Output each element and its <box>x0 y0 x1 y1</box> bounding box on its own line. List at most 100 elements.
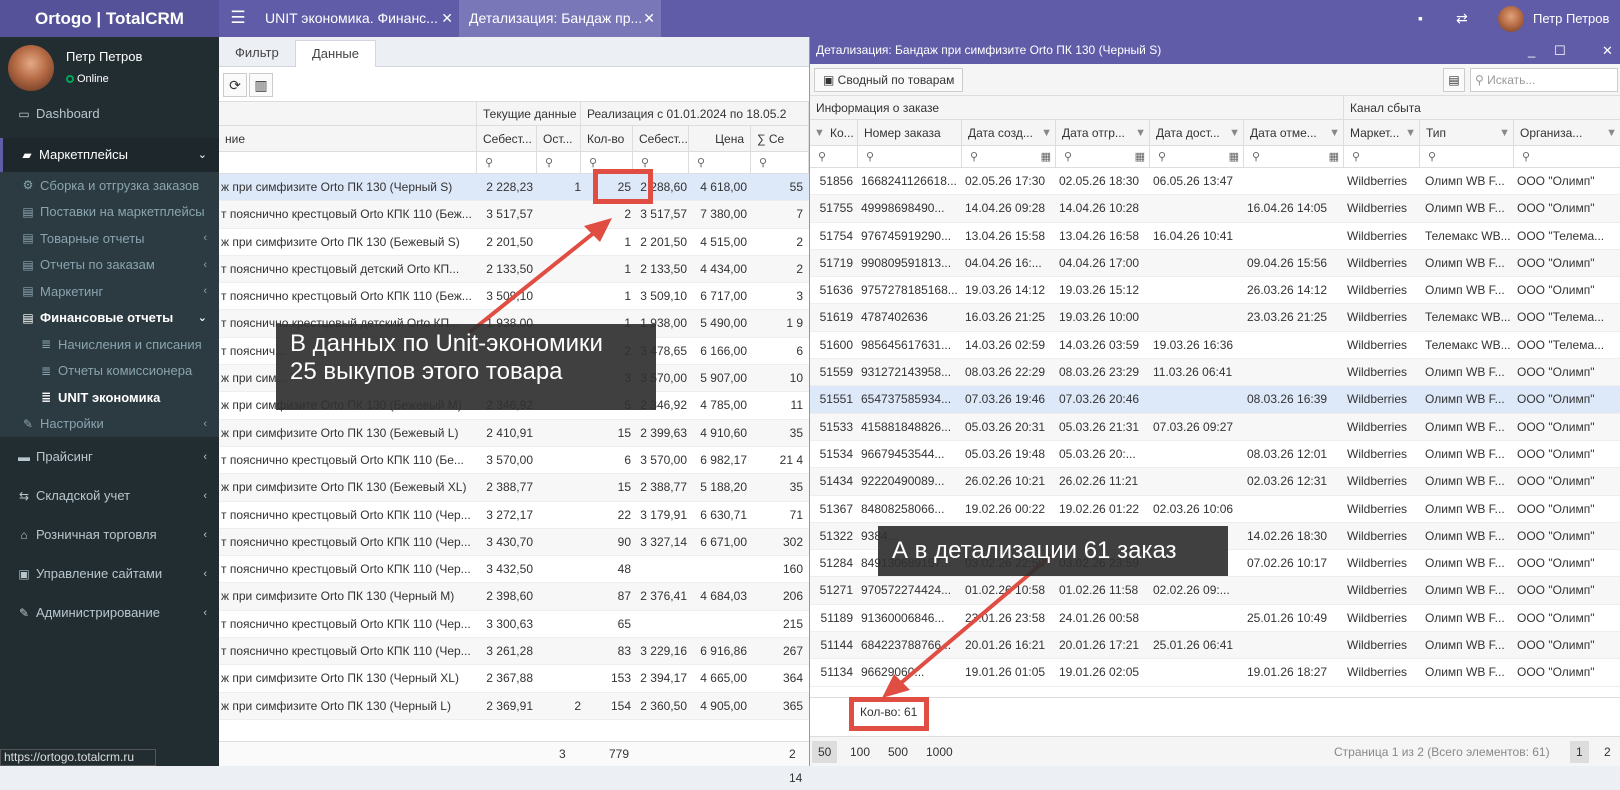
filter-icon[interactable]: ▼ <box>814 120 825 145</box>
column-header-created[interactable]: Дата созд... ▼ <box>962 120 1056 146</box>
column-header-qty[interactable]: Кол-во <box>581 126 633 152</box>
sidebar-item-order-reports[interactable]: ▤ Отчеты по заказам ‹ <box>0 252 219 278</box>
page-2[interactable]: 2 <box>1598 741 1617 763</box>
table-row[interactable]: т пояснично крестцовый Orto КПК 110 (Чер… <box>219 502 809 529</box>
columns-icon[interactable]: ▥ <box>249 73 273 97</box>
column-header-organization[interactable]: Организа... ▼ <box>1514 120 1620 146</box>
maximize-icon[interactable]: ☐ <box>1554 37 1566 64</box>
column-header-name[interactable]: ние <box>219 126 477 152</box>
table-row[interactable]: 51134 96629060... 19.01.26 01:05 19.01.26 0… <box>810 659 1620 687</box>
filter-icon[interactable]: ▼ <box>1135 120 1146 145</box>
sidebar-item-admin[interactable]: ✎ Администрирование ‹ <box>0 598 219 628</box>
menu-toggle-icon[interactable]: ☰ <box>225 0 251 37</box>
tab-detail[interactable]: Детализация: Бандаж пр... ✕ <box>459 0 661 37</box>
tab-filter[interactable]: Фильтр <box>219 40 295 67</box>
tab-data[interactable]: Данные <box>295 40 376 67</box>
table-row[interactable]: 51719 990809591813... 04.04.26 16:... 04.04… <box>810 249 1620 278</box>
sidebar-item-marketing[interactable]: ▤ Маркетинг ‹ <box>0 278 219 305</box>
table-row[interactable]: т пояснично крестцовый детский Orto КП..… <box>219 255 809 284</box>
filter-cell[interactable]: ⚲ ▦ <box>1244 146 1344 168</box>
summary-button[interactable]: ▣ Сводный по товарам <box>814 68 964 92</box>
filter-cell[interactable]: ⚲ ▦ <box>962 146 1056 168</box>
close-icon[interactable]: ✕ <box>441 0 453 37</box>
filter-cell[interactable]: ⚲ <box>537 152 581 174</box>
table-row[interactable]: т пояснично крестцовый Orto КПК 110 (Чер… <box>219 528 809 557</box>
filter-cell[interactable]: ⚲ <box>689 152 751 174</box>
column-header-type[interactable]: Тип ▼ <box>1420 120 1514 146</box>
filter-cell[interactable]: ⚲ <box>1420 146 1514 168</box>
filter-cell[interactable]: ⚲ ▦ <box>1056 146 1150 168</box>
sidebar-item-settings[interactable]: ✎ Настройки ‹ <box>0 411 219 437</box>
table-row[interactable]: 51636 9757278185168... 19.03.26 14:12 19.03… <box>810 277 1620 305</box>
avatar[interactable] <box>1498 6 1524 32</box>
filter-icon[interactable]: ▼ <box>1499 120 1510 145</box>
table-row[interactable]: 51534 96679453544... 05.03.26 19:48 05.03.2… <box>810 441 1620 469</box>
filter-cell[interactable]: ⚲ <box>858 146 962 168</box>
filter-icon[interactable]: ▼ <box>1329 120 1340 145</box>
column-header-shipped[interactable]: Дата отгр... ▼ <box>1056 120 1150 146</box>
sidebar-item-warehouse[interactable]: ⇆ Складской учет ‹ <box>0 481 219 511</box>
column-header-cost[interactable]: Себест... <box>477 126 537 152</box>
column-header-cancelled[interactable]: Дата отме... ▼ <box>1244 120 1344 146</box>
filter-cell[interactable]: ⚲ <box>1344 146 1420 168</box>
table-row[interactable]: 51856 1668241126618... 02.05.26 17:30 02.05… <box>810 168 1620 196</box>
table-row[interactable]: 51754 976745919290... 13.04.26 15:58 13.04.… <box>810 223 1620 250</box>
filter-icon[interactable]: ▼ <box>1405 120 1416 145</box>
column-header-price[interactable]: Цена <box>689 126 751 152</box>
calendar-icon[interactable]: ▦ <box>1041 146 1051 168</box>
chat-icon[interactable]: ▪ <box>1418 0 1423 37</box>
sidebar-item-charges[interactable]: ≣ Начисления и списания <box>0 331 219 358</box>
table-row[interactable]: ж при симфизите Orto ПК 130 (Черный L) 2 … <box>219 692 809 720</box>
sidebar-item-commission[interactable]: ≣ Отчеты комиссионера <box>0 358 219 384</box>
table-row[interactable]: ж при симфизите Orto ПК 130 (Черный S) 2 … <box>219 174 809 202</box>
table-row[interactable]: т пояснично крестцовый Orto КПК 110 (Чер… <box>219 638 809 666</box>
app-logo[interactable]: Ortogo | TotalCRM <box>0 0 219 37</box>
page-size-100[interactable]: 100 <box>844 741 876 763</box>
table-row[interactable]: ж при симфизите Orto ПК 130 (Бежевый XL)… <box>219 474 809 502</box>
column-header-order-number[interactable]: Номер заказа <box>858 120 962 146</box>
page-1[interactable]: 1 <box>1570 741 1589 763</box>
search-input[interactable]: ⚲ Искать... <box>1470 68 1618 92</box>
sidebar-item-assembly[interactable]: ⚙ Сборка и отгрузка заказов <box>0 172 219 199</box>
column-header-stock[interactable]: Ост... <box>537 126 581 152</box>
page-size-1000[interactable]: 1000 <box>920 741 959 763</box>
table-row[interactable]: т пояснично крестцовый Orto КПК 110 (Чер… <box>219 556 809 584</box>
table-row[interactable]: ж при симфизите Orto ПК 130 (Бежевый S) 2… <box>219 229 809 256</box>
tab-unit-economics[interactable]: UNIT экономика. Финанс... ✕ <box>255 0 459 37</box>
table-row[interactable]: 51189 91360006846... 23.01.26 23:58 24.01.2… <box>810 605 1620 633</box>
translate-icon[interactable]: ⇄ <box>1456 0 1468 37</box>
export-excel-icon[interactable]: ▤ <box>1443 68 1465 92</box>
table-row[interactable]: 51559 931272143958... 08.03.26 22:29 08.03.… <box>810 359 1620 387</box>
column-header-code[interactable]: Ко... ▼ <box>810 120 858 146</box>
calendar-icon[interactable]: ▦ <box>1135 146 1145 168</box>
page-size-50[interactable]: 50 <box>812 741 838 763</box>
column-header-sum[interactable]: ∑ Се <box>751 126 809 152</box>
sidebar-item-marketplaces[interactable]: ▰ Маркетплейсы ⌄ <box>0 138 219 172</box>
table-row[interactable]: т пояснично крестцовый Orto КПК 110 (Беж… <box>219 283 809 311</box>
sidebar-item-supplies[interactable]: ▤ Поставки на маркетплейсы <box>0 199 219 225</box>
filter-icon[interactable]: ▼ <box>1041 120 1052 145</box>
table-row[interactable]: 51367 84808258066... 19.02.26 00:22 19.02.2… <box>810 496 1620 523</box>
table-row[interactable]: 51144 684223788766... 20.01.26 16:21 20.01.… <box>810 632 1620 660</box>
sidebar-item-goods-reports[interactable]: ▤ Товарные отчеты ‹ <box>0 225 219 252</box>
sidebar-item-fin-reports[interactable]: ▤ Финансовые отчеты ⌄ <box>0 305 219 331</box>
filter-cell[interactable] <box>219 152 477 174</box>
refresh-icon[interactable]: ⟳ <box>223 73 247 97</box>
table-row[interactable]: т пояснично крестцовый Orto КПК 110 (Бе.… <box>219 447 809 475</box>
table-row[interactable]: 51619 4787402636 16.03.26 21:25 19.03.26 10… <box>810 304 1620 332</box>
sidebar-item-pricing[interactable]: ▬ Прайсинг ‹ <box>0 442 219 472</box>
table-row[interactable]: 51533 415881848826... 05.03.26 20:31 05.03.… <box>810 413 1620 441</box>
close-icon[interactable]: ✕ <box>643 0 655 37</box>
table-row[interactable]: 51271 970572274424... 01.02.26 10:58 01.02.… <box>810 577 1620 605</box>
filter-cell[interactable]: ⚲ <box>1514 146 1620 168</box>
column-header-delivered[interactable]: Дата дост... ▼ <box>1150 120 1244 146</box>
filter-cell[interactable]: ⚲ <box>751 152 809 174</box>
filter-icon[interactable]: ▼ <box>1229 120 1240 145</box>
calendar-icon[interactable]: ▦ <box>1329 146 1339 168</box>
table-row[interactable]: ж при симфизите Orto ПК 130 (Черный M) 2 … <box>219 583 809 611</box>
table-row[interactable]: ж при симфизите Orto ПК 130 (Черный XL) 2… <box>219 665 809 693</box>
filter-cell[interactable]: ⚲ <box>477 152 537 174</box>
table-row[interactable]: 51600 985645617631... 14.03.26 02:59 14.03.… <box>810 332 1620 360</box>
close-icon[interactable]: ✕ <box>1602 37 1613 64</box>
sidebar-item-sites[interactable]: ▣ Управление сайтами ‹ <box>0 559 219 589</box>
